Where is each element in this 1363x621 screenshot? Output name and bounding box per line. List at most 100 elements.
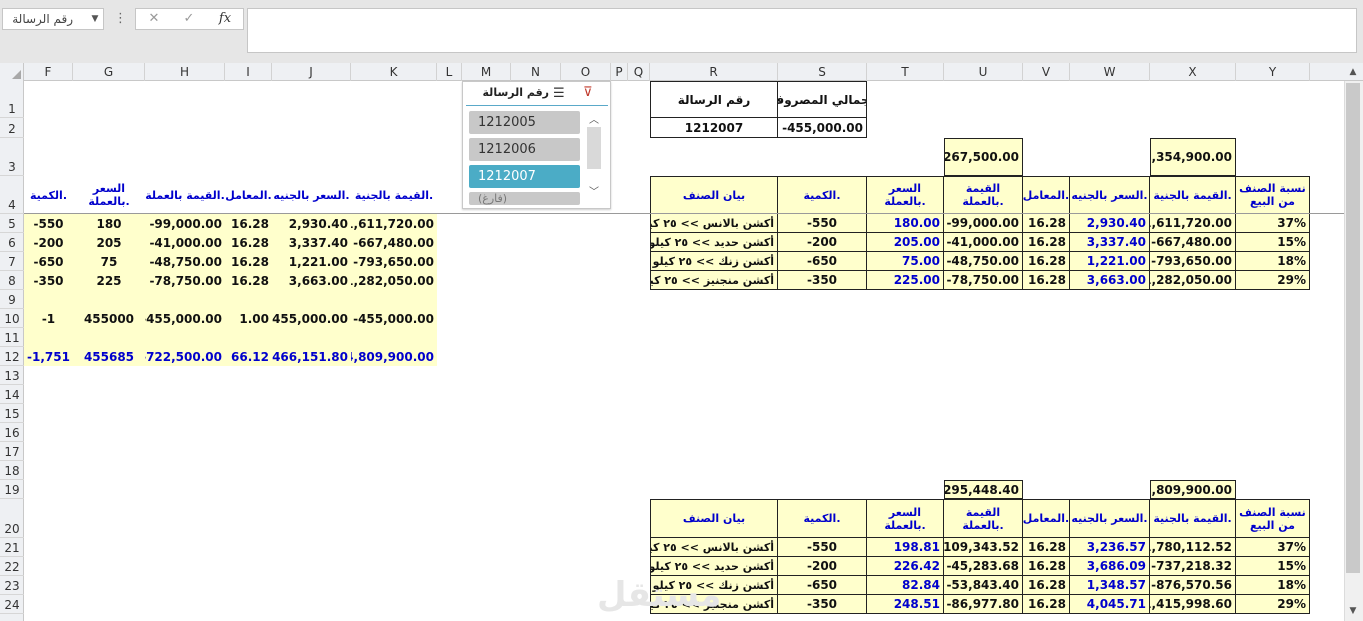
data-cell[interactable]: -1,611,720.00 <box>1150 214 1236 233</box>
row-header-24[interactable]: 24 <box>0 595 24 614</box>
more-options-icon[interactable]: ⋮ <box>114 10 127 28</box>
column-label[interactable]: بيان الصنف <box>650 499 778 538</box>
data-cell[interactable]: 18% <box>1236 576 1310 595</box>
column-header-v[interactable]: V <box>1023 63 1070 81</box>
data-cell[interactable]: -550 <box>778 214 867 233</box>
row-header-16[interactable]: 16 <box>0 423 24 442</box>
data-cell[interactable]: 37% <box>1236 538 1310 557</box>
chevron-down-icon[interactable]: ▼ <box>88 10 102 28</box>
data-cell[interactable]: 205.00 <box>867 233 944 252</box>
data-cell[interactable]: -793,650.00 <box>1150 252 1236 271</box>
data-cell[interactable]: أكشن حديد >> ٢٥ كيلو <box>650 233 778 252</box>
data-cell[interactable]: -550 <box>24 214 73 233</box>
data-cell[interactable]: 15% <box>1236 557 1310 576</box>
data-cell[interactable]: 3,236.57 <box>1070 538 1150 557</box>
data-cell[interactable]: أكشن بالانس >> ٢٥ كيلو <box>650 538 778 557</box>
data-cell[interactable]: 180 <box>73 214 145 233</box>
data-cell[interactable]: -45,283.68 <box>944 557 1023 576</box>
empty-cell[interactable] <box>351 290 437 309</box>
empty-cell[interactable] <box>145 290 225 309</box>
column-header-r[interactable]: R <box>650 63 778 81</box>
slicer-scroll-thumb[interactable] <box>587 127 601 169</box>
column-header-p[interactable]: P <box>611 63 628 81</box>
data-cell[interactable]: 29% <box>1236 271 1310 290</box>
slicer-item-blank[interactable]: (فارغ) <box>469 192 580 205</box>
data-cell[interactable]: أكشن زنك >> ٢٥ كيلو <box>650 252 778 271</box>
clear-filter-icon[interactable]: ⊽ <box>583 85 593 100</box>
row-header-23[interactable]: 23 <box>0 576 24 595</box>
empty-cell[interactable] <box>225 328 272 347</box>
data-cell[interactable]: أكشن بالانس >> ٢٥ كيلو <box>650 214 778 233</box>
enter-icon[interactable]: ✓ <box>174 9 204 29</box>
column-label[interactable]: السعر بالعملة. <box>867 499 944 538</box>
row-header-15[interactable]: 15 <box>0 404 24 423</box>
data-cell[interactable]: -793,650.00 <box>351 252 437 271</box>
column-header-w[interactable]: W <box>1070 63 1150 81</box>
column-label[interactable]: السعر بالجنيه. <box>1070 499 1150 538</box>
total-cell[interactable]: 455685 <box>73 347 145 366</box>
empty-cell[interactable] <box>73 290 145 309</box>
data-cell[interactable]: -200 <box>778 233 867 252</box>
data-cell[interactable]: -53,843.40 <box>944 576 1023 595</box>
data-cell[interactable]: 15% <box>1236 233 1310 252</box>
data-cell[interactable]: 2,930.40 <box>272 214 351 233</box>
cancel-icon[interactable]: ✕ <box>139 9 169 29</box>
data-cell[interactable]: 1,221.00 <box>1070 252 1150 271</box>
data-cell[interactable]: 3,663.00 <box>1070 271 1150 290</box>
data-cell[interactable]: 3,337.40 <box>272 233 351 252</box>
data-cell[interactable]: -350 <box>24 271 73 290</box>
column-label[interactable]: القيمة بالجنية. <box>351 176 437 214</box>
data-cell[interactable]: -99,000.00 <box>944 214 1023 233</box>
insert-function-icon[interactable]: fx <box>210 9 240 29</box>
data-cell[interactable]: -200 <box>24 233 73 252</box>
row-header-6[interactable]: 6 <box>0 233 24 252</box>
data-cell[interactable]: -550 <box>778 538 867 557</box>
column-label[interactable]: المعامل. <box>1023 499 1070 538</box>
column-label[interactable]: القيمة بالعملة. <box>145 176 225 214</box>
empty-cell[interactable] <box>272 328 351 347</box>
row-header-7[interactable]: 7 <box>0 252 24 271</box>
total-cell[interactable]: 466,151.80 <box>272 347 351 366</box>
column-label[interactable]: السعر بالجنيه. <box>272 176 351 214</box>
data-cell[interactable]: 455000 <box>73 309 145 328</box>
top-total-x[interactable]: -4,354,900.00 <box>1150 138 1236 176</box>
empty-cell[interactable] <box>24 328 73 347</box>
data-cell[interactable]: 18% <box>1236 252 1310 271</box>
data-cell[interactable]: 82.84 <box>867 576 944 595</box>
column-label[interactable]: القيمة بالجنية. <box>1150 499 1236 538</box>
column-header-o[interactable]: O <box>561 63 611 81</box>
total-cell[interactable]: -722,500.00 <box>145 347 225 366</box>
row-header-14[interactable]: 14 <box>0 385 24 404</box>
data-cell[interactable]: -1 <box>24 309 73 328</box>
column-label[interactable]: السعر بالجنيه. <box>1070 176 1150 214</box>
chevron-down-icon[interactable]: ﹀ <box>589 183 599 198</box>
column-header-g[interactable]: G <box>73 63 145 81</box>
data-cell[interactable]: 16.28 <box>1023 214 1070 233</box>
data-cell[interactable]: 75 <box>73 252 145 271</box>
data-cell[interactable]: -41,000.00 <box>944 233 1023 252</box>
row-header-3[interactable]: 3 <box>0 138 24 176</box>
column-label[interactable]: المعامل. <box>1023 176 1070 214</box>
row-header-8[interactable]: 8 <box>0 271 24 290</box>
data-cell[interactable]: 16.28 <box>1023 538 1070 557</box>
empty-cell[interactable] <box>351 328 437 347</box>
row-header-11[interactable]: 11 <box>0 328 24 347</box>
column-label[interactable]: الكمية. <box>778 176 867 214</box>
data-cell[interactable]: 75.00 <box>867 252 944 271</box>
data-cell[interactable]: أكشن منجنيز >> ٢٥ كيلو <box>650 271 778 290</box>
row-header-18[interactable]: 18 <box>0 461 24 480</box>
data-cell[interactable]: -78,750.00 <box>944 271 1023 290</box>
column-header-q[interactable]: Q <box>628 63 650 81</box>
total-cell[interactable]: 66.12 <box>225 347 272 366</box>
top-total-u[interactable]: -295,448.40 <box>944 480 1023 499</box>
column-header-u[interactable]: U <box>944 63 1023 81</box>
slicer-item-1212006[interactable]: 1212006 <box>469 138 580 161</box>
empty-cell[interactable] <box>272 290 351 309</box>
data-cell[interactable]: 37% <box>1236 214 1310 233</box>
row-header-10[interactable]: 10 <box>0 309 24 328</box>
scroll-thumb[interactable] <box>1346 83 1360 573</box>
data-cell[interactable]: 16.28 <box>1023 595 1070 614</box>
column-header-t[interactable]: T <box>867 63 944 81</box>
data-cell[interactable]: 3,337.40 <box>1070 233 1150 252</box>
total-cell[interactable]: -4,809,900.00 <box>351 347 437 366</box>
